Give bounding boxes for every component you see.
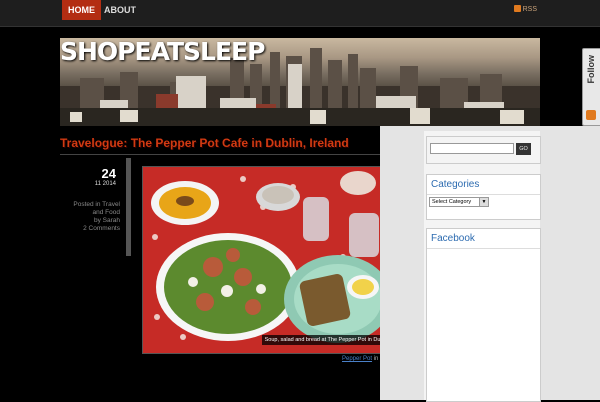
- meta-line[interactable]: Posted in Travel: [62, 201, 120, 209]
- title-divider: [60, 154, 400, 155]
- categories-widget: Categories Select Category ▼: [426, 174, 541, 220]
- post-date-day: 24: [101, 166, 116, 181]
- rss-icon: [513, 5, 521, 12]
- follow-tab[interactable]: Follow: [582, 48, 600, 126]
- post-date-month: 11 2014: [94, 181, 116, 187]
- search-input[interactable]: [430, 143, 514, 154]
- meta-line[interactable]: and Food: [62, 209, 120, 217]
- post-title[interactable]: Travelogue: The Pepper Pot Cafe in Dubli…: [60, 136, 390, 150]
- post-meta: Posted in Travel and Food by Sarah 2 Com…: [62, 201, 120, 233]
- meta-divider: [126, 158, 131, 256]
- top-nav: HOME ABOUT RSS: [0, 0, 600, 27]
- meta-line[interactable]: 2 Comments: [62, 225, 120, 233]
- post-image[interactable]: Soup, salad and bread at The Pepper Pot …: [142, 166, 393, 354]
- facebook-widget: Facebook: [426, 228, 541, 402]
- rss-label: RSS: [522, 6, 537, 13]
- post-inline-link[interactable]: Pepper Pot: [342, 356, 372, 362]
- rss-icon: [586, 110, 596, 120]
- follow-label: Follow: [586, 55, 596, 84]
- category-select[interactable]: Select Category ▼: [429, 197, 489, 207]
- nav-home[interactable]: HOME: [62, 0, 101, 20]
- facebook-title: Facebook: [427, 229, 540, 249]
- nav-about[interactable]: ABOUT: [98, 0, 142, 20]
- category-select-value: Select Category: [432, 199, 472, 205]
- search-go-button[interactable]: GO: [516, 143, 531, 155]
- rss-link[interactable]: RSS: [513, 5, 537, 13]
- image-caption: Soup, salad and bread at The Pepper Pot …: [261, 335, 392, 345]
- chevron-down-icon: ▼: [479, 198, 488, 206]
- categories-title: Categories: [427, 175, 540, 195]
- post-text-snippet: Pepper Pot in: [342, 356, 378, 362]
- site-title[interactable]: SHOPEATSLEEP: [60, 38, 265, 66]
- meta-line[interactable]: by Sarah: [62, 217, 120, 225]
- post-inline-text: in: [373, 356, 379, 362]
- header-banner: SHOPEATSLEEP: [60, 38, 540, 126]
- food-photo: [143, 167, 392, 353]
